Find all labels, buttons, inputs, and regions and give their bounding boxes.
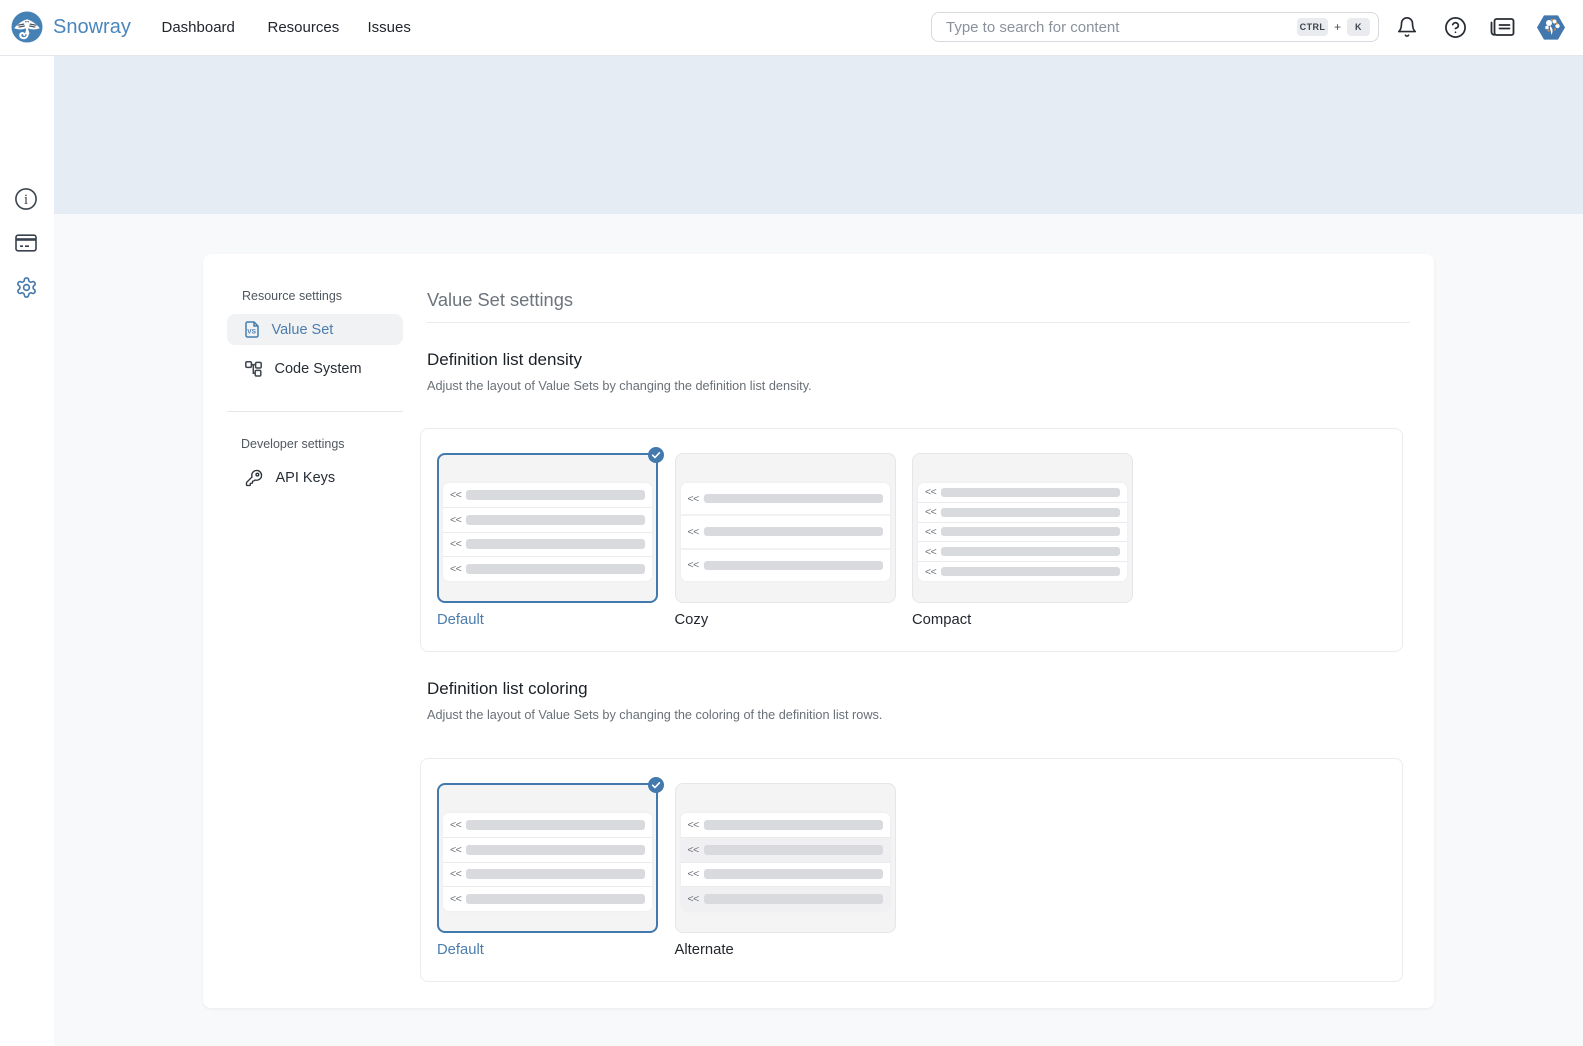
svg-text:i: i: [24, 192, 28, 208]
svg-text:VS: VS: [247, 329, 256, 336]
